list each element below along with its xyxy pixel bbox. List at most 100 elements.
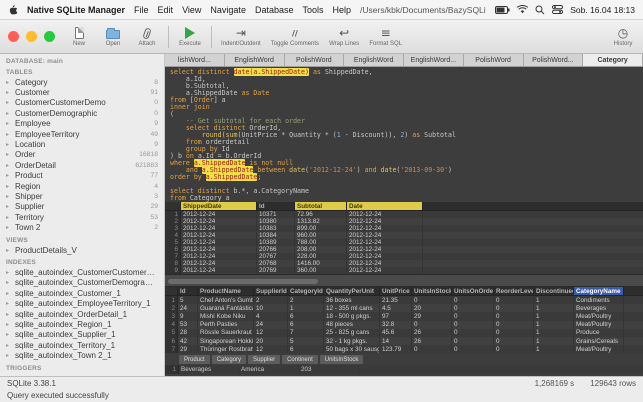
sidebar-item-sqlite_autoindex_orderdetail_1[interactable]: ▸ sqlite_autoindex_OrderDetail_1 <box>6 309 158 319</box>
cell[interactable]: 24 <box>254 320 288 329</box>
cell[interactable]: 72.96 <box>295 211 347 218</box>
menu-tools[interactable]: Tools <box>302 5 323 15</box>
disclosure-icon[interactable]: ▸ <box>6 224 12 231</box>
cell[interactable]: 32.8 <box>380 320 412 329</box>
cell[interactable]: 0 <box>452 304 494 313</box>
sidebar-item-sqlite_autoindex_employeeterritory_1[interactable]: ▸ sqlite_autoindex_EmployeeTerritory_1 <box>6 298 158 308</box>
sidebar-item-sqlite_autoindex_town-2_1[interactable]: ▸ sqlite_autoindex_Town 2_1 <box>6 350 158 360</box>
cell[interactable]: Guaraná Fantástica <box>198 304 254 313</box>
tab-englishword[interactable]: EnglishWord... <box>404 54 464 66</box>
cell[interactable]: Rössle Sauerkraut <box>198 328 254 337</box>
cell[interactable]: 10371 <box>257 211 295 218</box>
attach-button[interactable]: Attach <box>135 26 159 47</box>
disclosure-icon[interactable]: ▸ <box>6 331 12 338</box>
column-header-unitprice[interactable]: UnitPrice <box>380 287 412 295</box>
disclosure-icon[interactable]: ▸ <box>6 352 12 359</box>
menu-view[interactable]: View <box>182 5 201 15</box>
cell[interactable]: 6 <box>288 320 324 329</box>
cell[interactable]: 25 - 825 g cans <box>324 328 380 337</box>
disclosure-icon[interactable]: ▸ <box>6 300 12 307</box>
mini-result-row[interactable]: 1 Beverages America 203 <box>165 365 643 375</box>
menu-database[interactable]: Database <box>255 5 294 15</box>
table-row[interactable]: 8 2012-12-24 20768 1416.00 2012-12-24 <box>165 260 643 267</box>
new-button[interactable]: New <box>67 26 91 47</box>
cell[interactable]: 5 <box>178 296 198 305</box>
cell[interactable]: 20 <box>412 304 452 313</box>
column-header-discontinued[interactable]: Discontinued <box>534 287 574 295</box>
cell[interactable]: 10383 <box>257 225 295 232</box>
cell[interactable]: 788.00 <box>295 239 347 246</box>
cell[interactable]: 2012-12-24 <box>347 239 423 246</box>
cell[interactable]: 29 <box>412 312 452 321</box>
cell[interactable]: 6 <box>288 345 324 354</box>
sidebar-item-customercustomerdemo[interactable]: ▸ CustomerCustomerDemo 0 <box>6 98 158 108</box>
cell[interactable]: 2012-12-24 <box>181 211 257 218</box>
cell[interactable]: 20766 <box>257 246 295 253</box>
column-header-categoryid[interactable]: CategoryId <box>288 287 324 295</box>
cell[interactable]: 12 <box>254 328 288 337</box>
cell[interactable]: Singaporean Hokkien Fried Mee <box>198 336 254 346</box>
sidebar-item-productdetails_v[interactable]: ▸ ProductDetails_V <box>6 245 158 255</box>
sidebar-item-category[interactable]: ▸ Category 8 <box>6 77 158 87</box>
control-center-icon[interactable] <box>552 5 564 14</box>
cell[interactable]: 2012-12-24 <box>181 260 257 267</box>
cell[interactable]: 0 <box>452 312 494 321</box>
apple-menu-icon[interactable] <box>8 4 18 15</box>
table-row[interactable]: 1 2012-12-24 10371 72.96 2012-12-24 <box>165 211 643 218</box>
disclosure-icon[interactable]: ▸ <box>6 162 12 169</box>
cell[interactable]: 0 <box>452 345 494 354</box>
cell[interactable]: 2012-12-24 <box>347 232 423 239</box>
toggle-comments-button[interactable]: // Toggle Comments <box>271 26 319 48</box>
cell[interactable]: 2012-12-24 <box>181 232 257 239</box>
cell[interactable]: Condiments <box>574 296 624 305</box>
sidebar-item-employee[interactable]: ▸ Employee 9 <box>6 119 158 129</box>
cell[interactable]: 2 <box>254 296 288 305</box>
sidebar-item-employeeterritory[interactable]: ▸ EmployeeTerritory 49 <box>6 129 158 139</box>
cell[interactable]: 10 <box>254 304 288 313</box>
cell[interactable]: 899.00 <box>295 225 347 232</box>
cell[interactable]: 6 <box>288 312 324 321</box>
minimize-window-button[interactable] <box>26 31 37 42</box>
cell[interactable]: 0 <box>494 320 534 329</box>
search-icon[interactable] <box>535 5 545 15</box>
table-row[interactable]: 7 2012-12-24 20767 228.00 2012-12-24 <box>165 253 643 260</box>
table-row[interactable]: 3 9 Mishi Kobe Niku 4 6 18 - 500 g pkgs. 97 29 0… <box>165 312 643 321</box>
cell[interactable]: 2012-12-24 <box>347 246 423 253</box>
cell[interactable]: 360.00 <box>295 267 347 274</box>
disclosure-icon[interactable]: ▸ <box>6 183 12 190</box>
cell[interactable]: 45.6 <box>380 328 412 337</box>
cell[interactable]: 4.5 <box>380 304 412 313</box>
cell[interactable]: Thüringer Rostbratwurst <box>198 345 254 354</box>
sidebar-item-supplier[interactable]: ▸ Supplier 29 <box>6 202 158 212</box>
cell[interactable]: 2012-12-24 <box>181 267 257 274</box>
column-header-reorderlevel[interactable]: ReorderLevel <box>494 287 534 295</box>
menu-clock[interactable]: Sob. 16.04 18:13 <box>570 5 635 15</box>
tab-polishword[interactable]: PolishWord... <box>523 54 584 66</box>
cell[interactable]: 97 <box>380 312 412 321</box>
table-row[interactable]: 9 2012-12-24 20769 360.00 2012-12-24 <box>165 267 643 274</box>
cell[interactable]: 0 <box>452 336 494 346</box>
cell[interactable]: 10380 <box>257 218 295 225</box>
cell[interactable]: 0 <box>452 328 494 337</box>
table-row[interactable]: 642Singaporean Hokkien Fried Mee20532 - … <box>165 336 643 346</box>
disclosure-icon[interactable]: ▸ <box>6 342 12 349</box>
sidebar-item-shipper[interactable]: ▸ Shipper 3 <box>6 191 158 201</box>
table-row[interactable]: 729Thüringer Rostbratwurst12650 bags x 3… <box>165 345 643 354</box>
column-header-productname[interactable]: ProductName <box>198 287 254 295</box>
cell[interactable]: 53 <box>178 320 198 329</box>
sidebar-item-product[interactable]: ▸ Product 77 <box>6 171 158 181</box>
disclosure-icon[interactable]: ▸ <box>6 120 12 127</box>
column-header-unitsonorder[interactable]: UnitsOnOrder <box>452 287 494 295</box>
table-row[interactable]: 5 28 Rössle Sauerkraut 12 7 25 - 825 g cans 45… <box>165 328 643 337</box>
column-header-quantityperunit[interactable]: QuantityPerUnit <box>324 287 380 295</box>
cell[interactable]: 2 <box>288 296 324 305</box>
disclosure-icon[interactable]: ▸ <box>6 89 12 96</box>
disclosure-icon[interactable]: ▸ <box>6 172 12 179</box>
cell[interactable]: Meat/Poultry <box>574 345 624 354</box>
cell[interactable]: 12 - 355 ml cans <box>324 304 380 313</box>
cell[interactable]: 208.00 <box>295 246 347 253</box>
close-window-button[interactable] <box>8 31 19 42</box>
result-chip-unitsinstock[interactable]: UnitsInStock <box>319 355 364 365</box>
cell[interactable]: Beverages <box>574 304 624 313</box>
cell[interactable]: 0 <box>494 345 534 354</box>
